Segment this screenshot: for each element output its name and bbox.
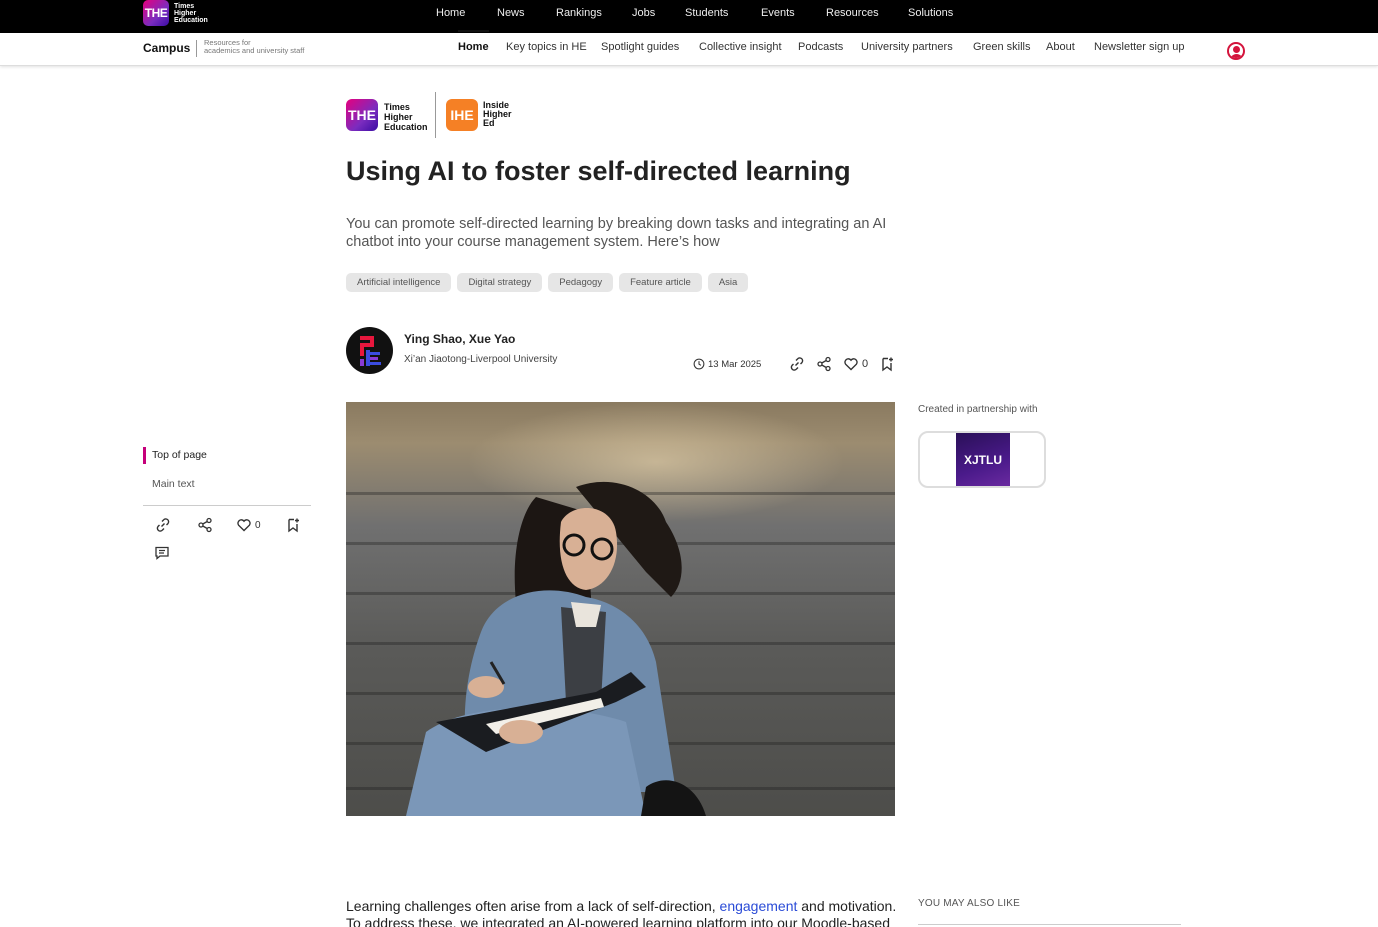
bookmark-action (879, 356, 895, 372)
nav-home[interactable]: Home (436, 7, 465, 19)
logo-word: Education (384, 122, 428, 132)
subnav-key-topics[interactable]: Key topics in HE (506, 41, 587, 53)
tag-asia[interactable]: Asia (707, 273, 749, 292)
ihe-partner-logo: IHE (446, 99, 478, 131)
campus-subtitle-line: academics and university staff (204, 46, 305, 55)
article-body: Learning challenges often arise from a l… (346, 898, 906, 927)
date-text: 13 Mar 2025 (708, 358, 762, 370)
article-date: 13 Mar 2025 (693, 358, 761, 370)
subnav-active-indicator (458, 30, 489, 32)
campus-title[interactable]: Campus (143, 41, 190, 55)
also-like-divider (918, 924, 1181, 925)
engagement-link[interactable]: engagement (720, 898, 798, 914)
body-text-segment: To address these, we integrated an AI-po… (346, 915, 890, 927)
sidebar-comments (154, 545, 170, 561)
nav-news[interactable]: News (497, 7, 525, 19)
the-logo-word: Education (174, 16, 208, 24)
top-navigation-bar: THE Times Higher Education Home News Ran… (0, 0, 1378, 33)
like-action[interactable]: 0 (843, 356, 868, 372)
partnership-label: Created in partnership with (918, 404, 1038, 415)
the-logo-word: Times (174, 2, 195, 10)
subnav-podcasts[interactable]: Podcasts (798, 41, 843, 53)
article-tags: Artificial intelligence Digital strategy… (346, 273, 749, 292)
campus-subnav-bar: Campus Resources for academics and unive… (0, 33, 1378, 66)
the-logo-words: Times Higher Education (174, 3, 208, 24)
author-names[interactable]: Ying Shao, Xue Yao (404, 332, 515, 346)
copy-link-icon[interactable] (789, 356, 805, 372)
body-text-segment: and motivation. (797, 898, 897, 914)
partner-logo-box[interactable]: XJTLU (918, 431, 1046, 488)
sidebar-like-count: 0 (255, 519, 261, 531)
article-title: Using AI to foster self-directed learnin… (346, 156, 851, 186)
nav-rankings[interactable]: Rankings (556, 7, 602, 19)
campus-divider (196, 40, 197, 57)
author-avatar[interactable] (346, 327, 393, 374)
article-standfirst: You can promote self-directed learning b… (346, 216, 887, 250)
ihe-partner-logo-text: Inside Higher Ed (483, 101, 512, 128)
nav-solutions[interactable]: Solutions (908, 7, 953, 19)
student-reading-illustration (406, 481, 706, 816)
toc-main-text[interactable]: Main text (152, 478, 195, 490)
the-logo-word: Higher (174, 9, 197, 17)
sidebar-bookmark (285, 517, 301, 533)
the-partner-logo-text: Times Higher Education (384, 102, 428, 132)
logo-word: Higher (384, 112, 413, 122)
bookmark-add-icon[interactable] (879, 356, 895, 372)
clock-icon (693, 358, 705, 370)
nav-events[interactable]: Events (761, 7, 795, 19)
subnav-spotlight-guides[interactable]: Spotlight guides (601, 41, 679, 53)
tag-pedagogy[interactable]: Pedagogy (548, 273, 614, 292)
nav-resources[interactable]: Resources (826, 7, 879, 19)
subnav-newsletter[interactable]: Newsletter sign up (1094, 41, 1185, 53)
sidebar-share (197, 517, 213, 533)
hero-image (346, 402, 895, 816)
sidebar-like[interactable]: 0 (236, 517, 261, 533)
logo-word: Ed (483, 118, 495, 128)
sidebar-copy-link (155, 517, 171, 533)
the-logo[interactable]: THE Times Higher Education (143, 0, 208, 26)
copy-link-icon[interactable] (155, 517, 171, 533)
share-action (816, 356, 832, 372)
toc-active-indicator (143, 447, 146, 464)
comment-icon[interactable] (154, 545, 170, 561)
logo-word: Times (384, 102, 410, 112)
subnav-green-skills[interactable]: Green skills (973, 41, 1030, 53)
subnav-home[interactable]: Home (458, 41, 489, 53)
heart-icon[interactable] (236, 517, 252, 533)
toc-divider (143, 505, 311, 506)
xjtlu-logo: XJTLU (956, 433, 1010, 486)
subnav-university-partners[interactable]: University partners (861, 41, 953, 53)
author-institution: Xi’an Jiaotong-Liverpool University (404, 354, 558, 365)
bookmark-add-icon[interactable] (285, 517, 301, 533)
tag-artificial-intelligence[interactable]: Artificial intelligence (346, 273, 452, 292)
the-partner-logo: THE (346, 99, 378, 131)
subnav-collective-insight[interactable]: Collective insight (699, 41, 782, 53)
the-logo-badge: THE (143, 0, 169, 26)
tag-digital-strategy[interactable]: Digital strategy (457, 273, 543, 292)
body-text-segment: Learning challenges often arise from a l… (346, 898, 720, 914)
subnav-about[interactable]: About (1046, 41, 1075, 53)
nav-students[interactable]: Students (685, 7, 728, 19)
like-count: 0 (862, 358, 869, 370)
you-may-also-like-heading: YOU MAY ALSO LIKE (918, 898, 1020, 909)
user-account-icon[interactable] (1227, 42, 1245, 60)
logo-divider (435, 92, 436, 138)
toc-top-of-page[interactable]: Top of page (152, 449, 207, 461)
heart-icon[interactable] (843, 356, 859, 372)
share-icon[interactable] (197, 517, 213, 533)
campus-subtitle: Resources for academics and university s… (204, 39, 304, 55)
tag-feature-article[interactable]: Feature article (619, 273, 702, 292)
nav-jobs[interactable]: Jobs (632, 7, 655, 19)
share-icon[interactable] (816, 356, 832, 372)
article-actions (789, 356, 805, 372)
